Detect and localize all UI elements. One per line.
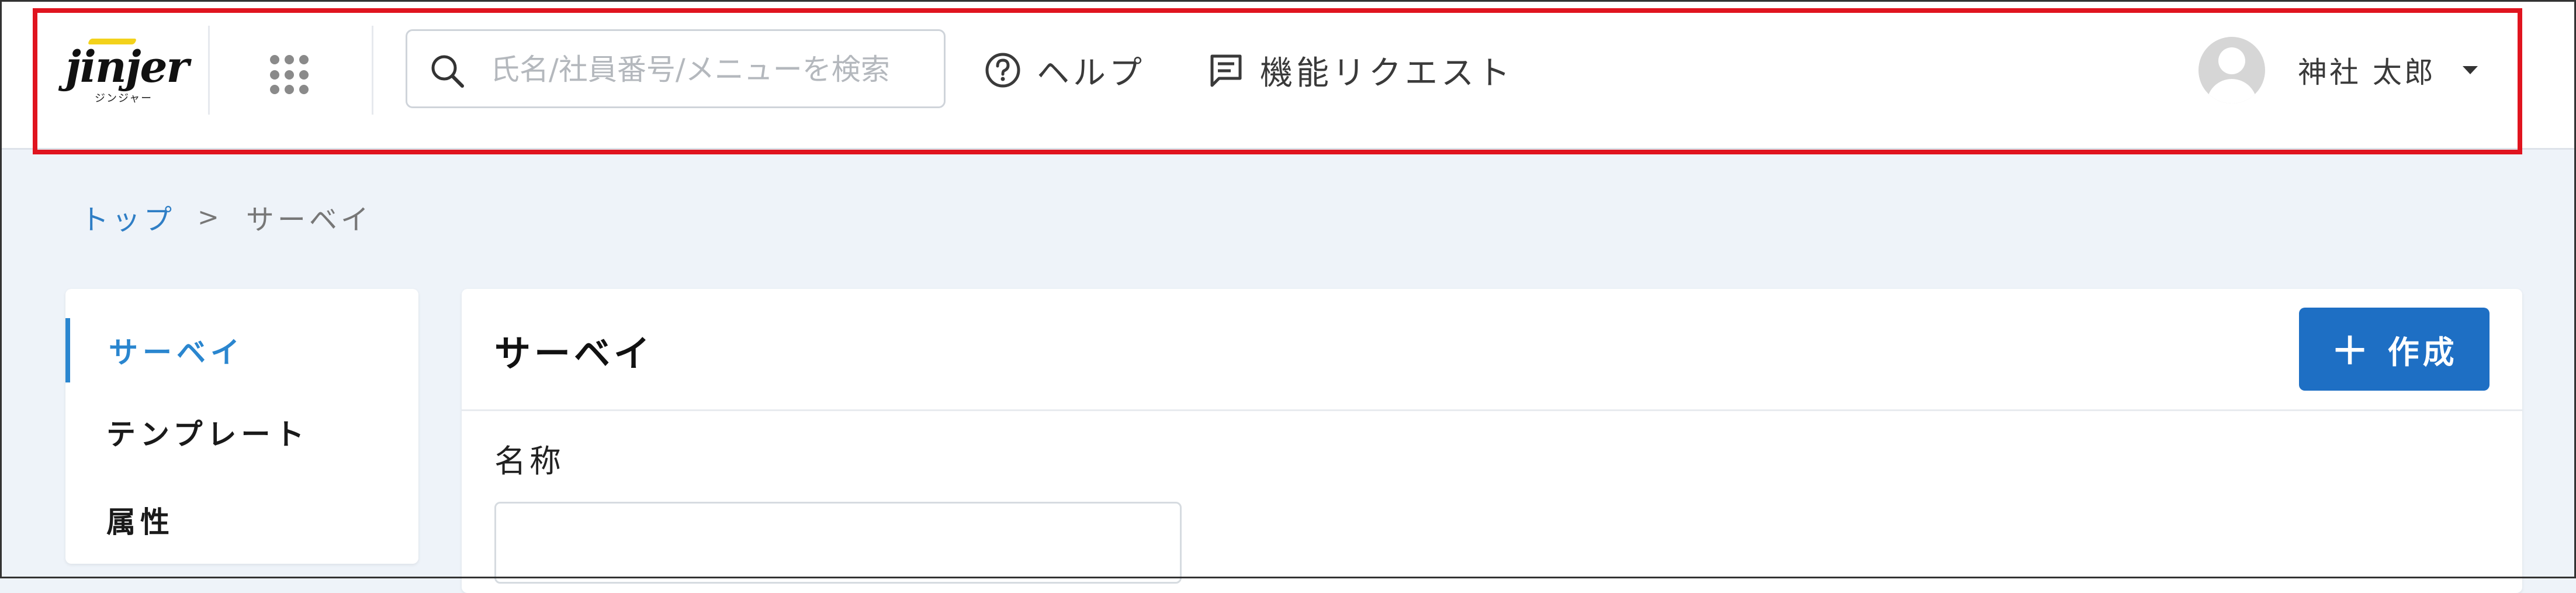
feature-request-link[interactable]: 機能リクエスト [1207,44,1514,96]
jinjer-logo[interactable]: jinjer ジンジャー [65,36,189,106]
logo-wordmark: jinjer [65,42,189,92]
feature-request-label: 機能リクエスト [1260,54,1514,92]
user-avatar-icon [2198,37,2265,104]
create-button[interactable]: + 作成 [2299,308,2490,391]
breadcrumb: トップ > サーベイ [81,196,372,237]
global-search [406,29,946,108]
user-name: 神社 太郎 [2298,56,2436,89]
sidebar-item-template[interactable]: テンプレート [65,400,418,464]
help-label: ヘルプ [1037,54,1145,92]
top-header: jinjer ジンジャー ヘルプ [0,0,2576,150]
plus-icon: + [2331,323,2373,375]
survey-card: サーベイ + 作成 名称 [462,289,2522,593]
name-field-label: 名称 [494,443,565,480]
logo-subtext: ジンジャー [95,92,153,105]
user-menu[interactable]: 神社 太郎 [2198,35,2478,105]
help-link[interactable]: ヘルプ [984,44,1145,96]
header-divider [208,26,210,115]
name-input[interactable] [494,502,1182,584]
search-input[interactable] [489,49,924,91]
sidebar-item-survey[interactable]: サーベイ [65,318,418,382]
message-icon [1207,51,1245,89]
apps-grid-icon[interactable] [270,55,310,95]
search-icon [431,55,464,88]
header-divider [372,26,373,115]
sidebar-item-attribute[interactable]: 属性 [65,488,418,552]
page-title: サーベイ [494,332,654,375]
breadcrumb-current: サーベイ [245,204,372,236]
breadcrumb-top-link[interactable]: トップ [81,196,175,237]
card-divider [462,409,2522,411]
caret-down-icon[interactable] [2462,66,2478,74]
help-circle-icon [984,51,1022,89]
chevron-right-icon: > [198,202,223,232]
side-menu: サーベイ テンプレート 属性 [65,289,418,564]
create-button-label: 作成 [2387,333,2458,371]
